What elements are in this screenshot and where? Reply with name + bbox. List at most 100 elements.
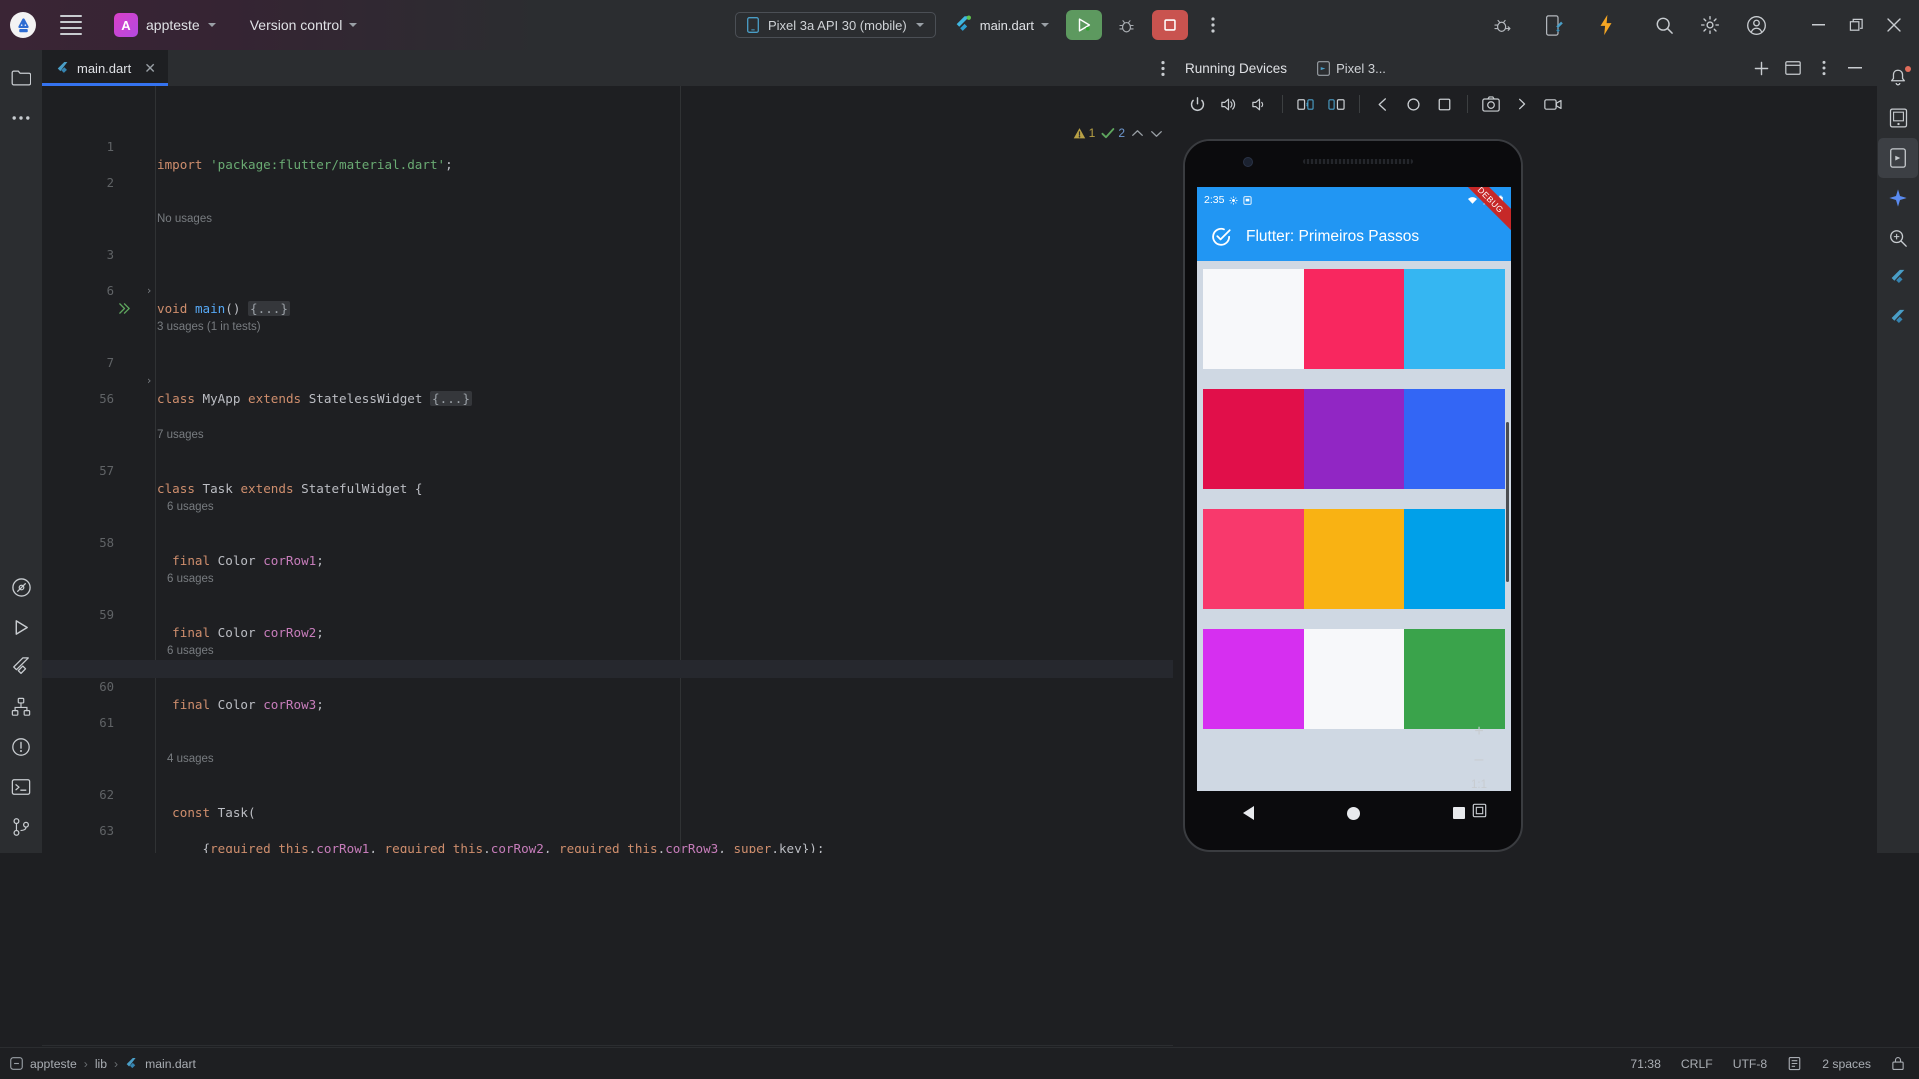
task-cell[interactable] [1404, 269, 1506, 369]
usage-hint-row[interactable]: 4 usages [42, 732, 1173, 765]
run-button[interactable] [1065, 10, 1102, 40]
code-lines[interactable]: 1 import 'package:flutter/material.dart'… [42, 86, 1173, 853]
code-editor[interactable]: 1 2 1 import 'package:flutter/material.d… [42, 86, 1173, 853]
debug-button[interactable] [1112, 10, 1142, 40]
status-project-name[interactable]: appteste [30, 1057, 77, 1071]
task-cell[interactable] [1203, 389, 1304, 489]
flutter-outline-icon[interactable] [1, 567, 41, 607]
flutter-devtools-icon[interactable] [1878, 298, 1918, 338]
overview-icon[interactable] [1430, 90, 1459, 118]
recent-square-icon[interactable] [1452, 807, 1465, 819]
task-cell[interactable] [1303, 509, 1405, 609]
usage-hint-row[interactable]: 6 usages [42, 552, 1173, 585]
account-icon[interactable] [1741, 10, 1771, 40]
home-icon[interactable] [1399, 90, 1428, 118]
screen-record-icon[interactable] [1538, 90, 1567, 118]
rotate-left-icon[interactable] [1291, 90, 1320, 118]
more-actions-icon[interactable] [1198, 10, 1228, 40]
editor-tab-main-dart[interactable]: main.dart ✕ [42, 50, 168, 86]
task-cell[interactable] [1303, 629, 1405, 729]
run-configuration-selector[interactable]: main.dart [946, 11, 1056, 39]
usage-hint-row[interactable]: 3 usages (1 in tests) [42, 300, 1173, 333]
task-row[interactable] [1203, 269, 1506, 369]
run-tool-icon[interactable] [1, 607, 41, 647]
power-icon[interactable] [1183, 90, 1212, 118]
zoom-in-button[interactable]: + [1466, 719, 1492, 745]
minimize-window-button[interactable] [1801, 9, 1835, 41]
task-cell[interactable] [1203, 269, 1304, 369]
status-file-name[interactable]: main.dart [145, 1057, 196, 1071]
device-selector[interactable]: Pixel 3a API 30 (mobile) [735, 12, 936, 38]
home-circle-icon[interactable] [1346, 806, 1360, 820]
android-studio-icon[interactable] [10, 12, 36, 38]
problems-tool-icon[interactable] [1, 727, 41, 767]
rotate-right-icon[interactable] [1322, 90, 1351, 118]
usage-hint-row[interactable]: No usages [42, 192, 1173, 225]
layout-icon[interactable] [1778, 54, 1807, 82]
editor-tab-options-icon[interactable] [1161, 50, 1165, 86]
device-manager-icon[interactable] [1878, 98, 1918, 138]
app-inspection-icon[interactable] [1878, 218, 1918, 258]
version-control-tool-icon[interactable] [1, 807, 41, 847]
task-cell[interactable] [1404, 389, 1506, 489]
gemini-assistant-icon[interactable] [1878, 178, 1918, 218]
volume-up-icon[interactable] [1214, 90, 1243, 118]
project-selector[interactable]: A appteste [106, 9, 224, 41]
check-count[interactable]: 2 [1101, 126, 1125, 140]
line-separator[interactable]: CRLF [1681, 1057, 1713, 1071]
stop-button[interactable] [1151, 10, 1188, 40]
usage-hint-row[interactable]: 7 usages [42, 408, 1173, 441]
next-problem-icon[interactable] [1150, 128, 1163, 139]
usage-hint-row[interactable]: 6 usages [42, 480, 1173, 513]
task-row[interactable] [1203, 509, 1506, 609]
device-stage[interactable]: 2:35 DEBUG Flutter: Primeiros Passos + –… [1173, 122, 1877, 853]
volume-down-icon[interactable] [1245, 90, 1274, 118]
task-cell[interactable] [1203, 629, 1304, 729]
version-control-menu[interactable]: Version control [242, 13, 366, 37]
close-tab-icon[interactable]: ✕ [144, 61, 156, 75]
flutter-inspector-icon[interactable] [1539, 10, 1569, 40]
notifications-icon[interactable] [1878, 58, 1918, 98]
indent-setting[interactable]: 2 spaces [1822, 1057, 1871, 1071]
zoom-out-button[interactable]: – [1466, 747, 1492, 773]
terminal-tool-icon[interactable] [1, 767, 41, 807]
running-devices-icon[interactable] [1878, 138, 1918, 178]
search-icon[interactable] [1649, 10, 1679, 40]
task-cell[interactable] [1303, 269, 1405, 369]
task-row[interactable] [1203, 389, 1506, 489]
prev-problem-icon[interactable] [1131, 128, 1144, 139]
inspections-widget[interactable]: 1 2 [1073, 126, 1163, 140]
device-tab-pixel3a[interactable]: Pixel 3... [1309, 57, 1394, 80]
attach-debugger-icon[interactable] [1487, 10, 1517, 40]
lock-icon[interactable] [1891, 1056, 1905, 1071]
device-screen[interactable]: 2:35 DEBUG Flutter: Primeiros Passos [1197, 187, 1511, 791]
usage-hint-row[interactable]: 6 usages [42, 624, 1173, 657]
caret-position[interactable]: 71:38 [1630, 1057, 1661, 1071]
task-cell[interactable] [1404, 509, 1506, 609]
task-cell[interactable] [1203, 509, 1304, 609]
back-icon[interactable] [1368, 90, 1397, 118]
flutter-tool-icon[interactable] [1, 647, 41, 687]
task-cell[interactable] [1404, 629, 1506, 729]
hot-reload-icon[interactable] [1591, 10, 1621, 40]
device-scrollbar[interactable] [1506, 422, 1509, 582]
screenshot-icon[interactable] [1476, 90, 1505, 118]
task-cell[interactable] [1303, 389, 1405, 489]
close-window-button[interactable] [1877, 9, 1911, 41]
fold-chevron-icon[interactable]: › [142, 282, 156, 300]
warning-count[interactable]: 1 [1073, 126, 1095, 140]
status-folder-name[interactable]: lib [95, 1057, 107, 1071]
minimize-panel-icon[interactable] [1840, 54, 1869, 82]
back-triangle-icon[interactable] [1243, 806, 1255, 820]
more-options-icon[interactable] [1809, 54, 1838, 82]
fit-screen-icon[interactable] [1466, 797, 1492, 823]
read-only-icon[interactable] [1787, 1056, 1802, 1071]
structure-tool-icon[interactable] [1, 687, 41, 727]
settings-icon[interactable] [1695, 10, 1725, 40]
more-arrow-icon[interactable] [1507, 90, 1536, 118]
hamburger-menu-icon[interactable] [52, 10, 90, 40]
file-encoding[interactable]: UTF-8 [1733, 1057, 1768, 1071]
task-row[interactable] [1203, 629, 1506, 729]
project-tool-icon[interactable] [1, 58, 41, 98]
flutter-performance-icon[interactable] [1878, 258, 1918, 298]
